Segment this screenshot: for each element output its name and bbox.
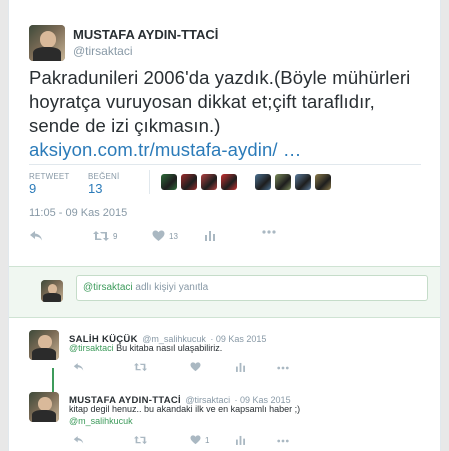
- retweet-icon: [134, 362, 147, 372]
- reply-input[interactable]: @tirsaktaci adlı kişiyi yanıtla: [76, 275, 428, 301]
- tweet-body: Pakradunileri 2006'da yazdık.(Böyle mühü…: [29, 67, 411, 136]
- retweet-button[interactable]: 9: [93, 230, 117, 242]
- reply-like-count: 1: [205, 435, 210, 445]
- like-label[interactable]: BEĞENİ: [88, 172, 119, 181]
- reply-retweet-button[interactable]: [134, 435, 147, 445]
- tweet-detail-panel: MUSTAFA AYDIN-TTACİ @tirsaktaci Pakradun…: [8, 0, 441, 451]
- reply-placeholder: adlı kişiyi yanıtla: [132, 282, 209, 293]
- reply-author-avatar[interactable]: [29, 392, 59, 422]
- more-button[interactable]: [262, 230, 276, 234]
- retweet-icon: [134, 435, 147, 445]
- reply-text: @tirsaktaci Bu kitaba nasıl ulaşabiliriz…: [69, 343, 222, 353]
- stats-separator: [149, 170, 150, 194]
- reply-icon: [73, 363, 84, 371]
- analytics-icon: [236, 362, 245, 372]
- reply-analytics-button[interactable]: [236, 362, 245, 372]
- author-avatar[interactable]: [29, 25, 65, 61]
- retweet-label[interactable]: RETWEET: [29, 172, 70, 181]
- retweet-count[interactable]: 9: [29, 181, 36, 196]
- liker-avatar[interactable]: [201, 174, 217, 190]
- reply-like-button[interactable]: 1: [190, 435, 209, 445]
- reply-author-avatar[interactable]: [29, 330, 59, 360]
- heart-icon: [152, 230, 165, 241]
- reply-like-button[interactable]: [190, 362, 201, 372]
- reply-body: Bu kitaba nasıl ulaşabiliriz.: [113, 343, 223, 353]
- reply-mention-link[interactable]: @tirsaktaci: [69, 343, 114, 353]
- more-icon: [277, 366, 289, 370]
- reply-reply-button[interactable]: [73, 435, 84, 445]
- thread-connector: [52, 368, 54, 392]
- reply-mention-link[interactable]: @m_salihkucuk: [69, 416, 133, 426]
- more-icon: [277, 439, 289, 443]
- like-button[interactable]: 13: [152, 230, 178, 242]
- analytics-icon: [205, 231, 215, 241]
- reply-retweet-button[interactable]: [134, 362, 147, 372]
- reply-composer: @tirsaktaci adlı kişiyi yanıtla: [9, 266, 440, 318]
- liker-avatar[interactable]: [275, 174, 291, 190]
- tweet-text: Pakradunileri 2006'da yazdık.(Böyle mühü…: [29, 66, 429, 162]
- reply-mention: @tirsaktaci: [83, 282, 133, 293]
- retweet-icon: [93, 231, 109, 241]
- stats-divider-top: [29, 164, 421, 165]
- liker-avatar[interactable]: [255, 174, 271, 190]
- reply-icon: [30, 231, 42, 241]
- liker-avatar[interactable]: [161, 174, 177, 190]
- analytics-button[interactable]: [205, 230, 215, 241]
- current-user-avatar: [41, 280, 63, 302]
- author-handle[interactable]: @tirsaktaci: [73, 44, 218, 58]
- liker-avatar[interactable]: [295, 174, 311, 190]
- heart-icon: [190, 362, 201, 372]
- reply-body: kitap degil henuz.. bu akandaki ilk ve e…: [69, 404, 301, 414]
- liker-avatar[interactable]: [221, 174, 237, 190]
- reply-more-button[interactable]: [277, 366, 289, 370]
- reply-button[interactable]: [29, 230, 43, 242]
- tweet-link[interactable]: aksiyon.com.tr/mustafa-aydin/ …: [29, 139, 301, 160]
- reply-icon: [73, 436, 84, 444]
- retweet-action-count: 9: [113, 231, 118, 241]
- liker-avatar[interactable]: [181, 174, 197, 190]
- reply-reply-button[interactable]: [73, 362, 84, 372]
- analytics-icon: [236, 435, 245, 445]
- like-action-count: 13: [169, 231, 178, 241]
- author-name[interactable]: MUSTAFA AYDIN-TTACİ: [73, 27, 218, 42]
- reply-more-button[interactable]: [277, 439, 289, 443]
- like-count[interactable]: 13: [88, 181, 102, 196]
- reply-analytics-button[interactable]: [236, 435, 245, 445]
- heart-icon: [190, 435, 201, 445]
- liker-avatar[interactable]: [315, 174, 331, 190]
- more-icon: [262, 230, 276, 234]
- tweet-timestamp[interactable]: 11:05 - 09 Kas 2015: [29, 207, 127, 219]
